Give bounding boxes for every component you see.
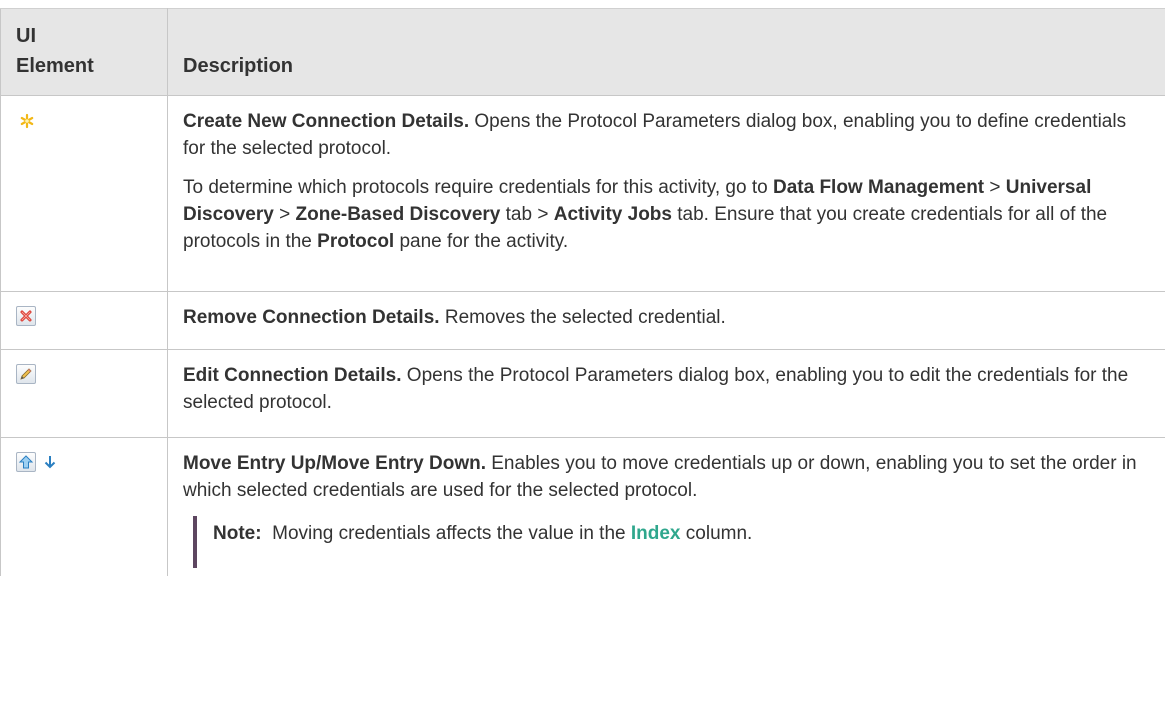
extra-text: To determine which protocols require cre… [183, 177, 773, 198]
table-row: Remove Connection Details. Removes the s… [0, 291, 1165, 350]
move-down-icon[interactable] [40, 452, 60, 472]
table-header-row: UI Element Description [0, 8, 1165, 96]
ui-element-cell [0, 291, 168, 350]
nav-data-flow-management: Data Flow Management [772, 177, 985, 198]
header-ui-element-line2: Element [16, 55, 94, 77]
header-description: Description [167, 8, 1165, 96]
extra-sep: > [984, 177, 1006, 198]
note-label: Note: [213, 523, 262, 544]
move-up-icon[interactable] [16, 452, 36, 472]
new-asterisk-icon[interactable] [16, 110, 36, 130]
item-title: Edit Connection Details. [183, 365, 402, 386]
ui-element-cell [0, 349, 168, 438]
item-title: Remove Connection Details. [183, 307, 440, 328]
header-ui-element-line1: UI [16, 25, 36, 47]
extra-sep: tab > [500, 204, 554, 225]
table-row: Edit Connection Details. Opens the Proto… [0, 349, 1165, 438]
note-callout: Note: Moving credentials affects the val… [193, 516, 1151, 568]
note-text: Moving credentials affects the value in … [261, 523, 631, 544]
table-row: Move Entry Up/Move Entry Down. Enables y… [0, 437, 1165, 576]
nav-protocol: Protocol [317, 231, 395, 252]
description-cell: Create New Connection Details. Opens the… [167, 95, 1165, 292]
header-ui-element: UI Element [0, 8, 168, 96]
ui-elements-table: UI Element Description Create New Connec… [0, 8, 1165, 576]
ui-element-cell [0, 95, 168, 292]
table-row: Create New Connection Details. Opens the… [0, 95, 1165, 292]
index-column-link[interactable]: Index [631, 523, 681, 544]
item-title: Create New Connection Details. [183, 111, 470, 132]
extra-text: pane for the activity. [394, 231, 569, 252]
extra-sep: > [273, 204, 296, 225]
item-text: Removes the selected credential. [439, 307, 726, 328]
ui-element-cell [0, 437, 168, 576]
nav-zone-based-discovery: Zone-Based Discovery [295, 204, 501, 225]
description-paragraph: Remove Connection Details. Removes the s… [183, 304, 1151, 331]
description-paragraph: Move Entry Up/Move Entry Down. Enables y… [183, 450, 1151, 504]
description-paragraph: Edit Connection Details. Opens the Proto… [183, 362, 1151, 416]
delete-x-icon[interactable] [16, 306, 36, 326]
note-text-end: column. [680, 523, 753, 544]
description-cell: Edit Connection Details. Opens the Proto… [167, 349, 1165, 438]
description-paragraph: Create New Connection Details. Opens the… [183, 108, 1151, 162]
description-paragraph-extra: To determine which protocols require cre… [183, 174, 1151, 255]
document-page: UI Element Description Create New Connec… [0, 0, 1165, 705]
description-cell: Move Entry Up/Move Entry Down. Enables y… [167, 437, 1165, 576]
nav-activity-jobs: Activity Jobs [553, 204, 672, 225]
pencil-edit-icon[interactable] [16, 364, 36, 384]
description-cell: Remove Connection Details. Removes the s… [167, 291, 1165, 350]
item-title: Move Entry Up/Move Entry Down. [183, 453, 486, 474]
